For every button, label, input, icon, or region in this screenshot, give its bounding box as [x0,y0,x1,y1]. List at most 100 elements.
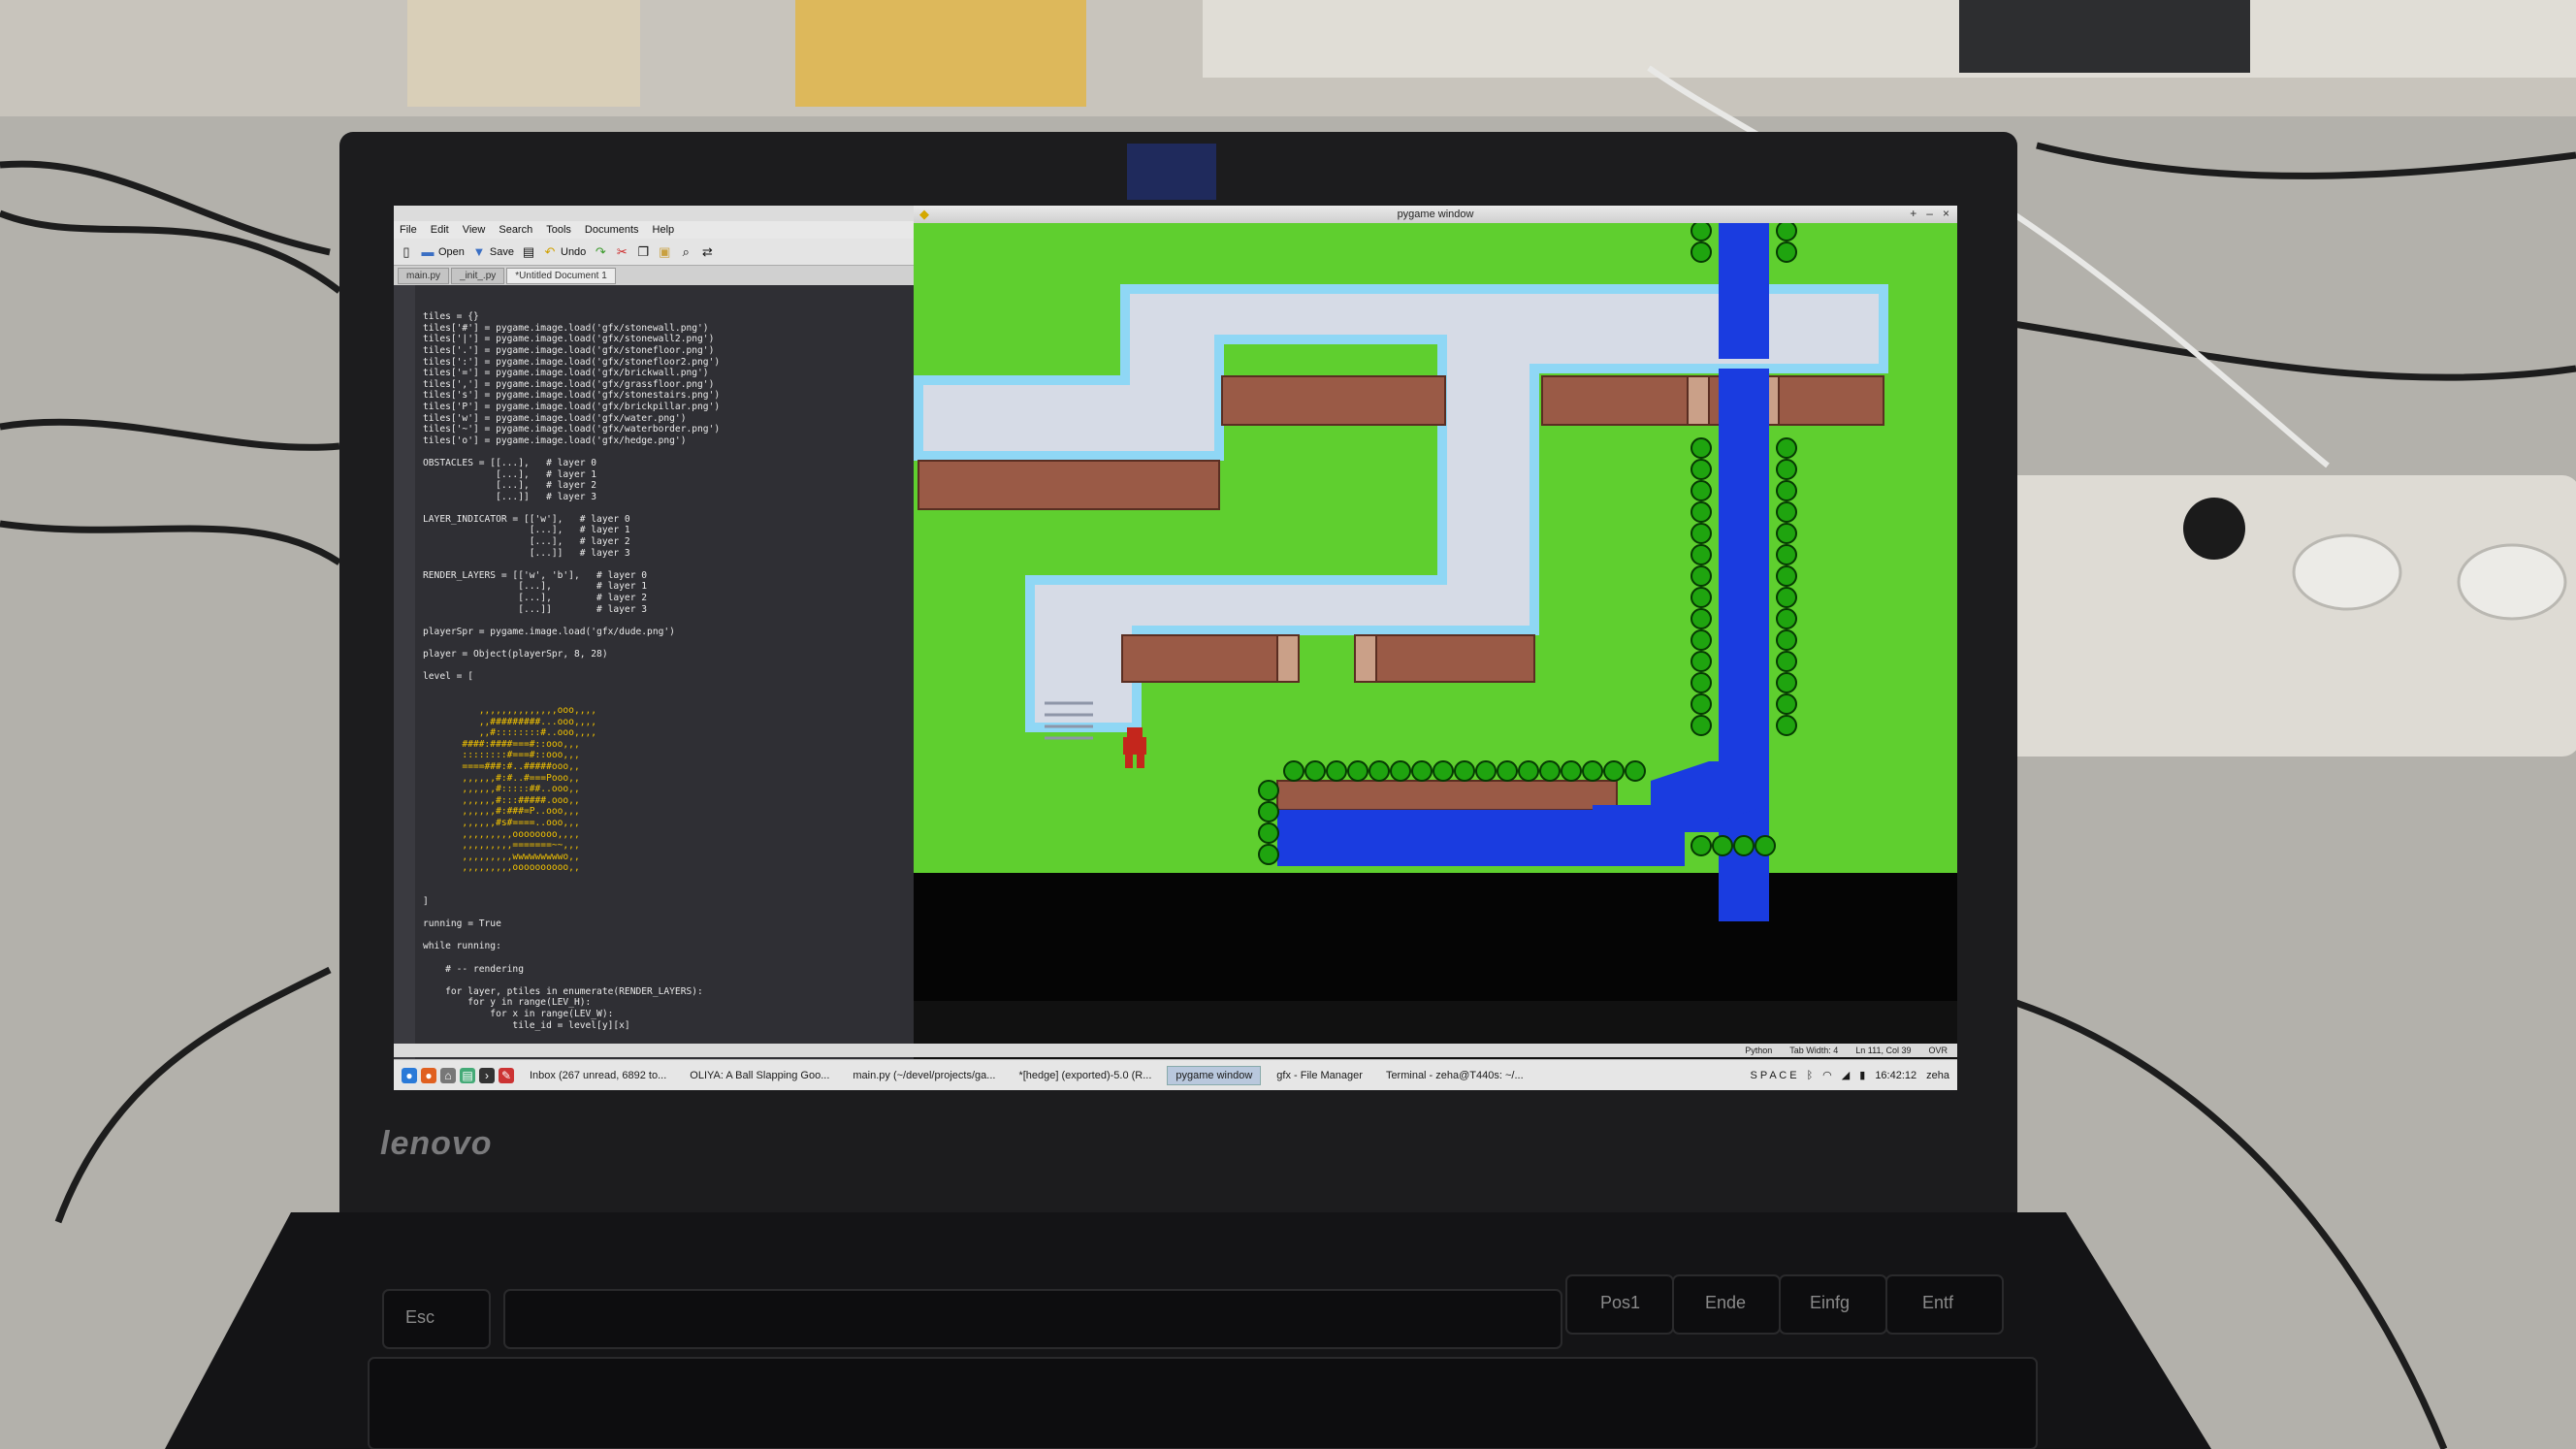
battery-icon[interactable]: ▮ [1859,1069,1865,1081]
paste-icon[interactable]: ▣ [658,244,671,259]
pygame-titlebar[interactable]: ◆ pygame window + – × [914,206,1957,223]
hedge-bush [1690,587,1712,608]
task-oliya[interactable]: OLIYA: A Ball Slapping Goo... [682,1067,837,1084]
hedge-bush [1690,672,1712,693]
find-icon[interactable]: ⌕ [679,244,692,259]
pygame-window-title: pygame window [1397,209,1474,220]
hedge-bush [1561,760,1582,782]
user-name[interactable]: zeha [1926,1070,1949,1081]
maximize-icon[interactable]: + [1910,207,1916,220]
editor-menubar: File Edit View Search Tools Documents He… [394,221,914,239]
terminal-icon[interactable]: › [479,1067,495,1083]
save-button[interactable]: ▼ Save [472,244,514,259]
start-menu-icon[interactable]: ● [402,1067,417,1083]
hedge-bush [1776,629,1797,651]
hedge-bush [1433,760,1454,782]
key-einfg-label: Einfg [1810,1293,1851,1312]
new-document-icon[interactable]: ▯ [400,244,413,259]
menu-help[interactable]: Help [653,224,675,236]
hedge-bush [1776,480,1797,501]
replace-icon[interactable]: ⇄ [700,244,714,259]
hedge-bush [1690,480,1712,501]
hedge-bush [1258,844,1279,865]
code-area[interactable]: tiles = {} tiles['#'] = pygame.image.loa… [415,285,914,1063]
overwrite-mode: OVR [1928,1046,1948,1055]
hedge-bush [1690,715,1712,736]
code-block-top: tiles = {} tiles['#'] = pygame.image.loa… [423,311,721,683]
tab-width-indicator[interactable]: Tab Width: 4 [1789,1046,1838,1055]
tab-main-py[interactable]: main.py [398,267,450,284]
redo-icon[interactable]: ↷ [594,244,607,259]
key-entf-label: Entf [1922,1293,1954,1312]
task-pygame-window[interactable]: pygame window [1167,1065,1262,1085]
menu-tools[interactable]: Tools [546,224,571,236]
hedge-bush [1776,501,1797,523]
task-inbox[interactable]: Inbox (267 unread, 6892 to... [522,1067,674,1084]
clock[interactable]: 16:42:12 [1875,1070,1916,1081]
canvas-empty-area [914,873,1957,1001]
hedge-bush [1258,780,1279,801]
tab-init-py[interactable]: _init_.py [451,267,505,284]
hedge-bush [1776,223,1797,242]
copy-icon[interactable]: ❐ [636,244,650,259]
menu-search[interactable]: Search [499,224,532,236]
menu-edit[interactable]: Edit [431,224,449,236]
hedge-bush [1690,629,1712,651]
bluetooth-icon[interactable]: ᛒ [1807,1070,1814,1081]
key-pos1-label: Pos1 [1600,1293,1641,1312]
menu-view[interactable]: View [463,224,486,236]
hedge-bush [1776,693,1797,715]
hedge-bush [1755,835,1776,856]
minimize-icon[interactable]: – [1926,207,1933,220]
cursor-position: Ln 111, Col 39 [1855,1046,1912,1055]
language-indicator[interactable]: Python [1745,1046,1772,1055]
task-hedge-export[interactable]: *[hedge] (exported)-5.0 (R... [1011,1067,1159,1084]
editor-icon[interactable]: ✎ [499,1067,514,1083]
task-file-manager[interactable]: gfx - File Manager [1269,1067,1370,1084]
hedge-bush [1304,760,1326,782]
hedge-bush [1776,651,1797,672]
hedge-bush [1776,565,1797,587]
menu-file[interactable]: File [400,224,417,236]
open-button[interactable]: ▬ Open [421,244,465,259]
hedge-bush [1258,801,1279,822]
task-main-py[interactable]: main.py (~/devel/projects/ga... [845,1067,1003,1084]
keyboard-layout[interactable]: S P A C E [1750,1070,1796,1081]
hedge-bush [1776,459,1797,480]
hedge-bush [1603,760,1625,782]
hedge-bush [1582,760,1603,782]
task-terminal[interactable]: Terminal - zeha@T440s: ~/... [1378,1067,1531,1084]
menu-documents[interactable]: Documents [585,224,639,236]
print-icon[interactable]: ▤ [522,244,535,259]
hedge-bush [1712,835,1733,856]
system-tray: S P A C E ᛒ ◠ ◢ ▮ 16:42:12 zeha [1750,1069,1957,1082]
hedge-bush [1776,715,1797,736]
game-canvas[interactable] [914,223,1957,1001]
volume-icon[interactable]: ◢ [1842,1069,1850,1081]
hedge-bush [1454,760,1475,782]
hedge-bush [1776,587,1797,608]
hedge-bush [1690,459,1712,480]
editor-body[interactable]: tiles = {} tiles['#'] = pygame.image.loa… [394,285,914,1063]
hedge-bush [1690,242,1712,263]
home-icon[interactable]: ⌂ [440,1067,456,1083]
tab-untitled-document[interactable]: *Untitled Document 1 [506,267,616,284]
hedge-bush [1776,608,1797,629]
webcam [1127,144,1216,200]
undo-icon: ↶ [544,243,556,259]
hedge-bush [1539,760,1561,782]
browser-icon[interactable]: ● [421,1067,436,1083]
hedge-bush [1475,760,1497,782]
wifi-icon[interactable]: ◠ [1822,1069,1832,1081]
hedge-bush [1776,523,1797,544]
files-icon[interactable]: ▤ [460,1067,475,1083]
hedge-bush [1690,523,1712,544]
cut-icon[interactable]: ✂ [615,244,628,259]
editor-titlebar[interactable] [394,206,914,221]
hedge-bush [1776,437,1797,459]
undo-button[interactable]: ↶ Undo [543,243,587,259]
hedge-bush [1411,760,1433,782]
close-icon[interactable]: × [1943,207,1949,220]
pygame-window: ◆ pygame window + – × [914,206,1957,1001]
hedge-bush [1690,223,1712,242]
